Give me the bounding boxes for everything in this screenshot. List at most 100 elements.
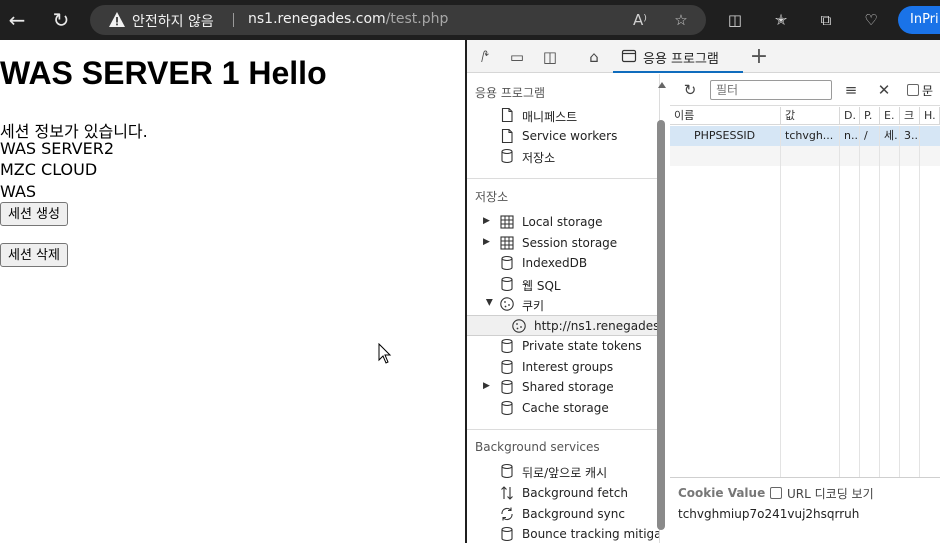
column-header-name[interactable]: 이름 bbox=[670, 107, 781, 125]
cookie-name-cell: PHPSESSID bbox=[694, 129, 756, 142]
split-screen-icon[interactable]: ◫ bbox=[725, 10, 745, 30]
column-divider bbox=[919, 126, 920, 477]
sidebar-item-background-sync[interactable]: Background sync bbox=[467, 504, 657, 524]
cookie-value-cell: tchvgh... bbox=[785, 129, 834, 142]
column-header-httponly[interactable]: H. bbox=[920, 107, 940, 125]
database-icon bbox=[501, 338, 513, 354]
sidebar-item-service-workers[interactable]: Service workers bbox=[467, 126, 657, 146]
delete-selected-icon[interactable]: ✕ bbox=[874, 80, 894, 100]
expand-arrow-icon[interactable]: ▶ bbox=[483, 381, 493, 393]
tab-application[interactable]: 응용 프로그램 bbox=[613, 40, 743, 73]
cookie-icon bbox=[500, 297, 514, 311]
sidebar-item-storage-overview[interactable]: 저장소 bbox=[467, 146, 657, 166]
sidebar-item-label: 쿠키 bbox=[522, 299, 545, 313]
url-text[interactable]: ns1.renegades.com/test.php bbox=[248, 11, 448, 27]
favorites-icon[interactable]: ✭ bbox=[771, 10, 791, 30]
cookie-value-pane: Cookie Value URL 디코딩 보기 tchvghmiup7o241v… bbox=[670, 477, 940, 543]
devtools-toolbar: ⭚ ▭ ◫ ⌂ 응용 프로그램 + bbox=[467, 40, 940, 73]
scroll-up-arrow-icon[interactable] bbox=[658, 82, 666, 88]
column-header-path[interactable]: P. bbox=[860, 107, 880, 125]
refresh-icon[interactable]: ↻ bbox=[680, 80, 700, 100]
security-warning-text[interactable]: 안전하지 않음 bbox=[132, 11, 214, 31]
column-header-domain[interactable]: D. bbox=[840, 107, 860, 125]
column-divider bbox=[780, 126, 781, 477]
home-icon[interactable]: ⌂ bbox=[584, 47, 604, 67]
read-aloud-icon[interactable]: A⁾ bbox=[630, 10, 650, 30]
section-application-title: 응용 프로그램 bbox=[475, 86, 546, 100]
sidebar-item-label: 웹 SQL bbox=[522, 279, 561, 293]
sidebar-item-indexeddb[interactable]: IndexedDB bbox=[467, 253, 657, 273]
sidebar-item-shared-storage[interactable]: ▶ Shared storage bbox=[467, 377, 657, 397]
clear-filtered-cookies-icon[interactable]: ≡ bbox=[841, 80, 861, 100]
sidebar-item-interest-groups[interactable]: Interest groups bbox=[467, 357, 657, 377]
cloud-name-text: MZC CLOUD bbox=[0, 160, 98, 179]
only-show-issues-label: 문 bbox=[922, 84, 934, 98]
sidebar-item-label: 매니페스트 bbox=[522, 110, 578, 124]
cookie-value-text[interactable]: tchvghmiup7o241vuj2hsqrruh bbox=[678, 507, 859, 521]
database-icon bbox=[501, 400, 513, 416]
sidebar-item-cookie-origin[interactable]: http://ns1.renegades.c bbox=[467, 315, 660, 336]
url-path: /test.php bbox=[385, 11, 449, 27]
filter-input[interactable] bbox=[710, 80, 832, 100]
toggle-sidebar-icon[interactable]: ◫ bbox=[540, 47, 560, 67]
address-bar[interactable]: 안전하지 않음 ns1.renegades.com/test.php A⁾ ☆ bbox=[90, 5, 706, 35]
sidebar-item-back-forward-cache[interactable]: 뒤로/앞으로 캐시 bbox=[467, 461, 657, 481]
cookie-path-cell: / bbox=[864, 129, 868, 142]
url-decode-checkbox[interactable] bbox=[770, 487, 782, 499]
server-name-text: WAS SERVER2 bbox=[0, 139, 114, 158]
collections-icon[interactable]: ⧉ bbox=[816, 10, 836, 30]
sidebar-item-web-sql[interactable]: 웹 SQL bbox=[467, 274, 657, 294]
cookie-domain-cell: n... bbox=[844, 129, 860, 142]
sidebar-item-background-fetch[interactable]: Background fetch bbox=[467, 483, 657, 503]
sidebar-scrollbar[interactable] bbox=[657, 120, 665, 530]
column-divider bbox=[879, 126, 880, 477]
back-arrow-icon[interactable]: ← bbox=[5, 8, 29, 32]
sidebar-item-label: Interest groups bbox=[522, 360, 614, 374]
sidebar-item-private-state-tokens[interactable]: Private state tokens bbox=[467, 336, 657, 356]
sidebar-item-label: IndexedDB bbox=[522, 256, 588, 270]
cookies-table: 이름 값 D. P. E. 크 H. PHPSESSID tchvgh... n… bbox=[670, 107, 940, 477]
collapse-arrow-icon[interactable]: ▶ bbox=[482, 299, 494, 309]
sidebar-item-label: Private state tokens bbox=[522, 339, 642, 353]
sidebar-item-label: 뒤로/앞으로 캐시 bbox=[522, 466, 608, 480]
sidebar-item-label: http://ns1.renegades.c bbox=[534, 319, 660, 333]
sidebar-item-manifest[interactable]: 매니페스트 bbox=[467, 105, 657, 125]
section-divider bbox=[467, 429, 657, 430]
sidebar-item-label: 저장소 bbox=[522, 151, 556, 165]
application-icon bbox=[621, 49, 637, 63]
web-page: WAS SERVER 1 Hello 세션 정보가 있습니다. WAS SERV… bbox=[0, 40, 466, 543]
sidebar-item-cache-storage[interactable]: Cache storage bbox=[467, 398, 657, 418]
sidebar-item-cookies[interactable]: ▶ 쿠키 bbox=[467, 294, 657, 314]
refresh-icon[interactable]: ↻ bbox=[49, 8, 73, 32]
warning-icon[interactable] bbox=[108, 11, 126, 29]
sync-icon bbox=[501, 507, 513, 521]
inprivate-badge[interactable]: InPri bbox=[898, 6, 940, 34]
sidebar-item-label: Shared storage bbox=[522, 380, 614, 394]
inspect-element-icon[interactable]: ⭚ bbox=[475, 47, 495, 67]
column-header-size[interactable]: 크 bbox=[900, 107, 920, 125]
favorite-star-icon[interactable]: ☆ bbox=[671, 10, 691, 30]
only-show-issues-checkbox[interactable] bbox=[907, 84, 919, 96]
browser-essentials-icon[interactable]: ♡ bbox=[861, 10, 881, 30]
cookie-toolbar: ↻ ≡ ✕ 문 bbox=[670, 74, 940, 106]
sidebar-item-bounce-tracking[interactable]: Bounce tracking mitigati bbox=[467, 524, 659, 543]
section-divider bbox=[467, 178, 657, 179]
column-divider bbox=[899, 126, 900, 477]
add-tab-icon[interactable]: + bbox=[749, 44, 769, 69]
expand-arrow-icon[interactable]: ▶ bbox=[483, 237, 493, 249]
cookie-expires-cell: 세. bbox=[884, 129, 898, 142]
device-emulation-icon[interactable]: ▭ bbox=[507, 47, 527, 67]
column-header-value[interactable]: 값 bbox=[781, 107, 840, 125]
delete-session-button[interactable]: 세션 삭제 bbox=[0, 243, 68, 267]
tab-application-label: 응용 프로그램 bbox=[643, 52, 719, 67]
sidebar-item-local-storage[interactable]: ▶ Local storage bbox=[467, 212, 657, 232]
create-session-button[interactable]: 세션 생성 bbox=[0, 202, 68, 226]
expand-arrow-icon[interactable]: ▶ bbox=[483, 216, 493, 228]
column-header-expires[interactable]: E. bbox=[880, 107, 900, 125]
grid-icon bbox=[500, 215, 514, 229]
page-heading: WAS SERVER 1 Hello bbox=[0, 55, 327, 91]
database-icon bbox=[501, 359, 513, 375]
grid-icon bbox=[500, 236, 514, 250]
cookie-value-title: Cookie Value bbox=[678, 486, 766, 500]
sidebar-item-session-storage[interactable]: ▶ Session storage bbox=[467, 233, 657, 253]
